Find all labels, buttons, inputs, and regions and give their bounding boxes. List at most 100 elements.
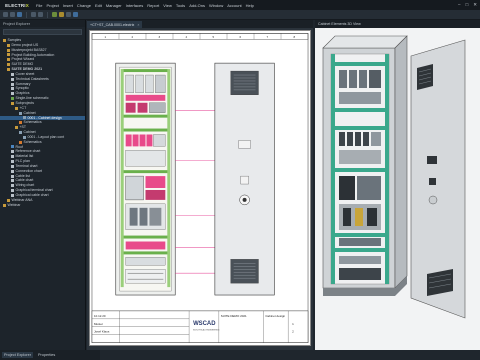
tree-item-label: Webinar <box>7 202 21 207</box>
title-block: 10.12.20 Muster Josef Klaus WSCAD ELECTR… <box>91 310 309 343</box>
close-button[interactable]: ✕ <box>473 2 477 8</box>
page-icon <box>11 150 14 154</box>
insert-symbol-icon[interactable] <box>52 12 57 17</box>
menu-file[interactable]: File <box>36 3 42 8</box>
save-icon[interactable] <box>17 12 22 17</box>
page-icon <box>11 82 14 86</box>
new-icon[interactable] <box>3 12 8 17</box>
menu-interfaces[interactable]: Interfaces <box>126 3 144 8</box>
page-icon <box>11 184 14 188</box>
page-icon <box>11 193 14 197</box>
cabinet-door-view <box>214 62 275 296</box>
green-icon <box>11 97 14 101</box>
logo-text: ELECTRI <box>5 2 26 8</box>
project-tree: Samples Demo project US Musterprojekt BAS8… <box>0 37 85 208</box>
menu-project[interactable]: Project <box>46 3 58 8</box>
logo-accent: X <box>25 2 29 8</box>
wire-icon[interactable] <box>59 12 64 17</box>
menu-window[interactable]: Window <box>209 3 223 8</box>
minimize-button[interactable]: – <box>458 2 461 8</box>
view3d-title: Cabinet Elements 3D View <box>315 20 480 28</box>
tab-project-explorer[interactable]: Project Explorer <box>2 352 34 358</box>
check-value: Josef Klaus <box>94 330 110 334</box>
redo-icon[interactable] <box>38 12 43 17</box>
folder-icon <box>3 203 6 207</box>
column-numbers: 1 2 3 4 5 6 7 8 <box>104 33 296 40</box>
electrix-app: ELECTRI X File Project Insert Change Edit… <box>0 0 480 360</box>
orange-icon <box>19 140 22 144</box>
bottom-panel-tabs: Project Explorer Properties <box>0 350 100 360</box>
open-icon[interactable] <box>10 12 15 17</box>
app-logo: ELECTRI X <box>0 0 34 10</box>
column-number: 6 <box>240 35 242 39</box>
menu-help[interactable]: Help <box>246 3 254 8</box>
column-number: 5 <box>213 35 215 39</box>
creator-value: Muster <box>94 322 103 326</box>
tree-item-label: Schematics <box>23 120 42 125</box>
drawing-title: Cabinet design <box>265 314 285 318</box>
undo-icon[interactable] <box>31 12 36 17</box>
page-icon <box>11 189 14 193</box>
cab-icon <box>19 130 22 134</box>
menu-insert[interactable]: Insert <box>63 3 73 8</box>
project-name: SUITE DEMO 2021 <box>221 314 247 318</box>
menu-manager[interactable]: Manager <box>106 3 122 8</box>
blue-icon <box>11 145 14 149</box>
cabinet-3d-view[interactable] <box>315 28 480 350</box>
menu-tools[interactable]: Tools <box>176 3 185 8</box>
menu-change[interactable]: Change <box>77 3 91 8</box>
column-number: 7 <box>267 35 269 39</box>
zoom-icon[interactable] <box>66 12 71 17</box>
page-icon <box>11 155 14 159</box>
menu-report[interactable]: Report <box>147 3 159 8</box>
menu-add-ons[interactable]: Add-Ons <box>189 3 205 8</box>
window-controls: – □ ✕ <box>458 2 477 8</box>
folder-icon <box>7 67 10 71</box>
tree-item[interactable]: Webinar <box>0 203 85 208</box>
tree-item-label: Schematics <box>23 139 42 144</box>
page-icon <box>11 87 14 91</box>
wscad-tagline: ELECTRICAL ENGINEERING <box>193 329 220 332</box>
column-number: 8 <box>294 35 296 39</box>
menu-account[interactable]: Account <box>227 3 241 8</box>
page-icon <box>11 92 14 96</box>
menu-view[interactable]: View <box>163 3 172 8</box>
column-number: 4 <box>186 35 188 39</box>
folder-icon <box>7 63 10 67</box>
tab-properties[interactable]: Properties <box>36 352 57 358</box>
page-icon <box>11 174 14 178</box>
folder-icon <box>7 53 10 57</box>
drawing-sheet[interactable]: 12345678 10.12.20 Muster Josef Klaus WSC… <box>89 30 311 346</box>
toolbar-separator <box>26 11 27 18</box>
cabinet-3d-open <box>322 35 408 296</box>
page-icon <box>11 160 14 164</box>
main-menu: File Project Insert Change Edit Manager … <box>34 3 254 8</box>
cab-icon <box>23 135 26 139</box>
orange-icon <box>19 121 22 125</box>
panel-title: Project Explorer <box>0 20 85 27</box>
page-icon <box>11 77 14 81</box>
toolbar-separator <box>47 11 48 18</box>
folder-icon <box>15 106 18 110</box>
toolbar <box>0 10 480 20</box>
page-icon <box>11 72 14 76</box>
folder-icon <box>7 58 10 62</box>
cab-icon <box>23 116 26 120</box>
title-menu-bar: ELECTRI X File Project Insert Change Edit… <box>0 0 480 10</box>
page-icon <box>11 179 14 183</box>
menu-edit[interactable]: Edit <box>95 3 102 8</box>
page-icon <box>11 169 14 173</box>
print-icon[interactable] <box>73 12 78 17</box>
column-number: 2 <box>131 35 133 39</box>
cab-icon <box>19 111 22 115</box>
cabinet-3d-door <box>410 39 466 319</box>
close-icon[interactable]: × <box>137 23 139 27</box>
cabinet-front-view <box>115 62 176 296</box>
explorer-search-input[interactable] <box>3 29 82 35</box>
folder-icon <box>7 48 10 52</box>
maximize-button[interactable]: □ <box>466 2 469 8</box>
wscad-logo: WSCAD <box>193 321 216 327</box>
folder-icon <box>3 38 6 42</box>
page-icon <box>11 164 14 168</box>
tab-cabinet-drawing[interactable]: +CT+ST_CAB.0001.electrix × <box>87 21 143 28</box>
